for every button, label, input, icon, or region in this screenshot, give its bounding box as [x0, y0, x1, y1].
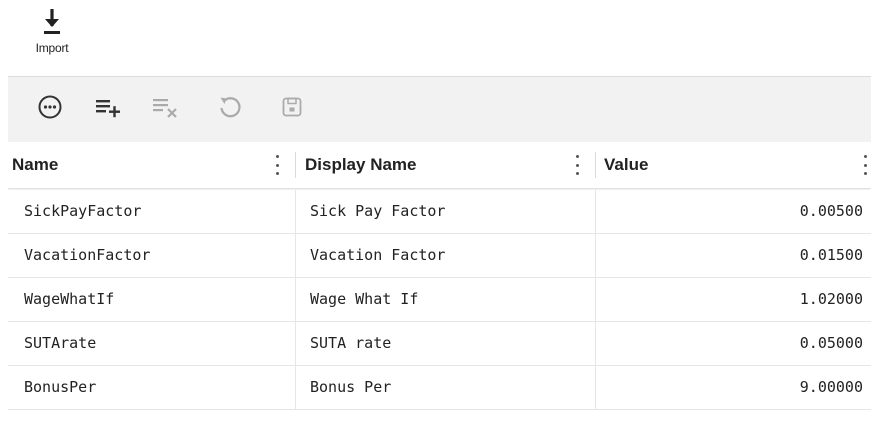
column-header-value[interactable]: Value: [604, 142, 648, 188]
table-row[interactable]: WageWhatIf Wage What If 1.02000: [8, 278, 871, 322]
more-options-icon: [38, 95, 62, 119]
cell-name[interactable]: BonusPer: [24, 366, 96, 409]
delete-row-icon: [153, 99, 177, 118]
cell-name[interactable]: VacationFactor: [24, 234, 150, 277]
import-button[interactable]: Import: [22, 4, 88, 58]
undo-icon: [220, 97, 241, 118]
grid-toolbar: [8, 76, 871, 143]
table-row[interactable]: BonusPer Bonus Per 9.00000: [8, 366, 871, 410]
cell-name[interactable]: SickPayFactor: [24, 190, 141, 233]
column-menu-icon[interactable]: [573, 155, 581, 175]
cell-display-name[interactable]: Vacation Factor: [310, 234, 445, 277]
column-header-name[interactable]: Name: [12, 142, 58, 188]
cell-value[interactable]: 0.01500: [800, 234, 863, 277]
delete-row-button[interactable]: [150, 91, 182, 123]
cell-name[interactable]: SUTArate: [24, 322, 96, 365]
cell-display-name[interactable]: SUTA rate: [310, 322, 391, 365]
download-icon: [44, 9, 60, 34]
save-icon: [282, 97, 302, 117]
cell-display-name[interactable]: Wage What If: [310, 278, 418, 321]
column-header-display-name[interactable]: Display Name: [305, 142, 417, 188]
cell-display-name[interactable]: Sick Pay Factor: [310, 190, 445, 233]
grid-header: Name Display Name Value: [8, 142, 871, 189]
column-menu-icon[interactable]: [861, 155, 869, 175]
cell-value[interactable]: 9.00000: [800, 366, 863, 409]
add-row-icon: [96, 100, 120, 118]
table-row[interactable]: VacationFactor Vacation Factor 0.01500: [8, 234, 871, 278]
column-divider[interactable]: [595, 152, 596, 178]
undo-button[interactable]: [214, 91, 246, 123]
cell-value[interactable]: 1.02000: [800, 278, 863, 321]
add-row-button[interactable]: [93, 91, 125, 123]
cell-value[interactable]: 0.05000: [800, 322, 863, 365]
column-divider[interactable]: [295, 152, 296, 178]
more-options-button[interactable]: [34, 91, 66, 123]
table-row[interactable]: SickPayFactor Sick Pay Factor 0.00500: [8, 190, 871, 234]
cell-value[interactable]: 0.00500: [800, 190, 863, 233]
save-button[interactable]: [276, 91, 308, 123]
cell-name[interactable]: WageWhatIf: [24, 278, 114, 321]
cell-display-name[interactable]: Bonus Per: [310, 366, 391, 409]
table-row[interactable]: SUTArate SUTA rate 0.05000: [8, 322, 871, 366]
import-label: Import: [35, 41, 69, 55]
column-menu-icon[interactable]: [273, 155, 281, 175]
data-grid: Name Display Name Value SickPayFactor Si…: [8, 76, 871, 422]
